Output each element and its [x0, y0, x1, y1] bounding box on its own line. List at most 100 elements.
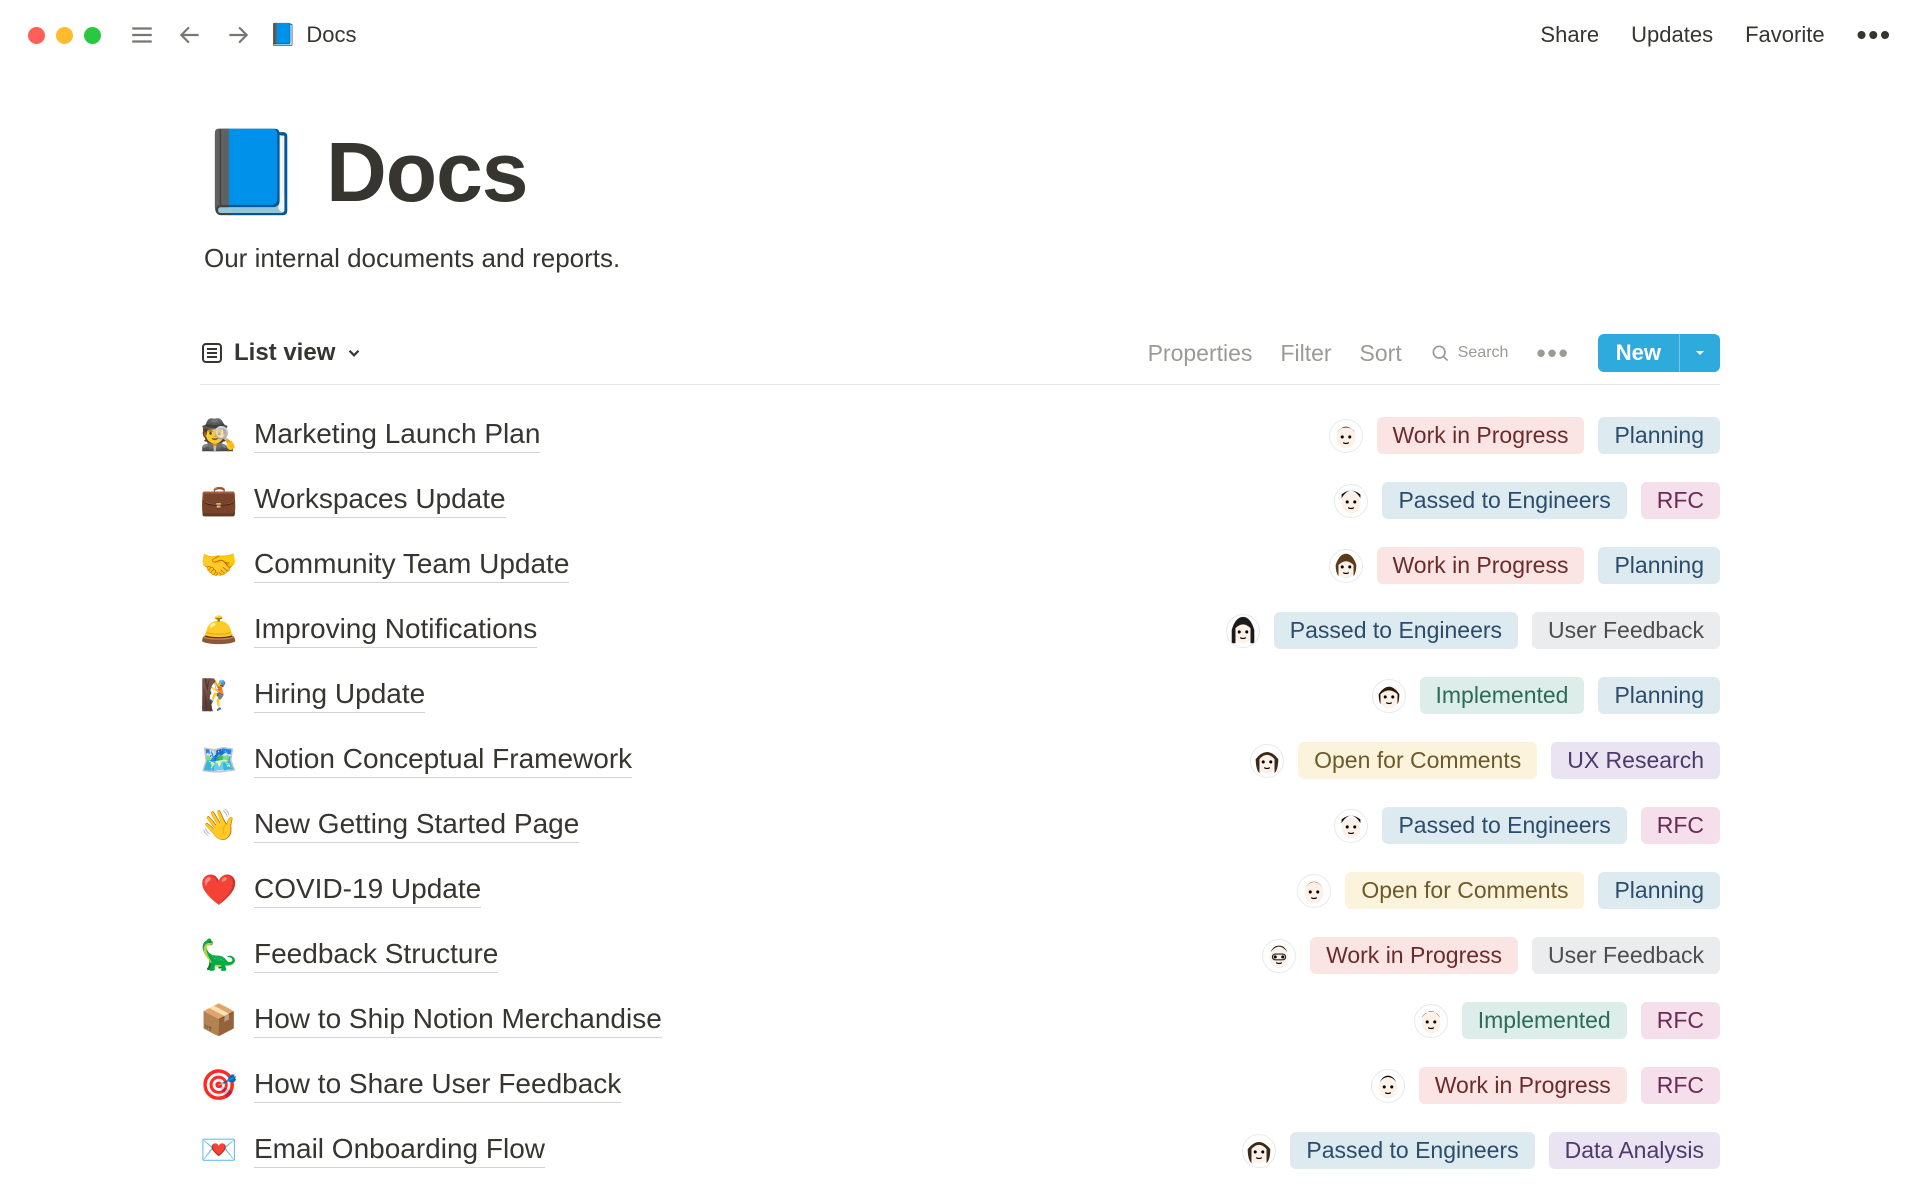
tag[interactable]: Passed to Engineers — [1382, 482, 1626, 519]
sort-button[interactable]: Sort — [1360, 340, 1402, 367]
list-item[interactable]: 🎯How to Share User FeedbackWork in Progr… — [200, 1053, 1720, 1118]
view-switcher[interactable]: List view — [200, 339, 363, 367]
maximize-window-icon[interactable] — [84, 27, 101, 44]
tag[interactable]: RFC — [1641, 807, 1720, 844]
search-icon — [1430, 343, 1450, 363]
page-subtitle[interactable]: Our internal documents and reports. — [204, 243, 1720, 274]
list-item[interactable]: 💼Workspaces UpdatePassed to EngineersRFC — [200, 468, 1720, 533]
row-icon: 👋 — [200, 808, 236, 843]
row-title[interactable]: How to Share User Feedback — [254, 1068, 621, 1103]
row-icon: 📦 — [200, 1003, 236, 1038]
tag[interactable]: Work in Progress — [1419, 1067, 1627, 1104]
page-title[interactable]: Docs — [326, 124, 527, 221]
list-item[interactable]: ❤️COVID-19 UpdateOpen for CommentsPlanni… — [200, 858, 1720, 923]
assignee-avatar[interactable] — [1250, 744, 1284, 778]
list-item[interactable]: 🕵️ Marketing Launch Plan Work in Progress P… — [200, 403, 1720, 468]
assignee-avatar[interactable] — [1334, 484, 1368, 518]
tag[interactable]: Planning — [1598, 547, 1720, 584]
assignee-avatar[interactable] — [1226, 614, 1260, 648]
row-title[interactable]: Feedback Structure — [254, 938, 498, 973]
breadcrumb[interactable]: 📘 Docs — [269, 22, 357, 48]
tag[interactable]: Implemented — [1420, 677, 1585, 714]
row-title[interactable]: Hiring Update — [254, 678, 425, 713]
tag[interactable]: UX Research — [1551, 742, 1720, 779]
row-icon: 🧗 — [200, 678, 236, 713]
updates-button[interactable]: Updates — [1631, 22, 1713, 48]
hamburger-icon — [129, 22, 155, 48]
row-icon: 🦕 — [200, 938, 236, 973]
tag[interactable]: Passed to Engineers — [1382, 807, 1626, 844]
row-title[interactable]: New Getting Started Page — [254, 808, 579, 843]
list-item[interactable]: 🛎️Improving NotificationsPassed to Engin… — [200, 598, 1720, 663]
tag[interactable]: Data Analysis — [1549, 1132, 1720, 1169]
chevron-down-icon — [345, 344, 363, 362]
tag[interactable]: User Feedback — [1532, 937, 1720, 974]
assignee-avatar[interactable] — [1242, 1134, 1276, 1168]
minimize-window-icon[interactable] — [56, 27, 73, 44]
share-button[interactable]: Share — [1540, 22, 1599, 48]
arrow-left-icon — [177, 22, 203, 48]
list-item[interactable]: 🧗 Hiring Update Implemented Planning — [200, 663, 1720, 728]
view-label: List view — [234, 339, 335, 367]
close-window-icon[interactable] — [28, 27, 45, 44]
row-title[interactable]: How to Ship Notion Merchandise — [254, 1003, 662, 1038]
row-icon: 🕵️ — [200, 418, 236, 453]
assignee-avatar[interactable] — [1414, 1004, 1448, 1038]
tag[interactable]: Planning — [1598, 872, 1720, 909]
row-title[interactable]: Marketing Launch Plan — [254, 418, 540, 453]
nav-forward-button[interactable] — [221, 18, 255, 52]
nav-back-button[interactable] — [173, 18, 207, 52]
tag[interactable]: Open for Comments — [1345, 872, 1584, 909]
row-title[interactable]: Community Team Update — [254, 548, 569, 583]
tag[interactable]: Open for Comments — [1298, 742, 1537, 779]
list-item[interactable]: 💌Email Onboarding FlowPassed to Engineer… — [200, 1118, 1720, 1183]
assignee-avatar[interactable] — [1329, 549, 1363, 583]
new-button-dropdown[interactable] — [1679, 334, 1720, 372]
assignee-avatar[interactable] — [1262, 939, 1296, 973]
tag[interactable]: User Feedback — [1532, 612, 1720, 649]
list-item[interactable]: 🗺️ Notion Conceptual Framework Open for Co… — [200, 728, 1720, 793]
tag[interactable]: Work in Progress — [1377, 547, 1585, 584]
page-icon[interactable]: 📘 — [200, 132, 302, 214]
assignee-avatar[interactable] — [1297, 874, 1331, 908]
assignee-avatar[interactable] — [1334, 809, 1368, 843]
search-button[interactable]: Search — [1430, 343, 1509, 363]
sidebar-toggle-button[interactable] — [125, 18, 159, 52]
window-controls[interactable] — [28, 27, 101, 44]
breadcrumb-icon: 📘 — [269, 22, 296, 48]
assignee-avatar[interactable] — [1329, 419, 1363, 453]
assignee-avatar[interactable] — [1372, 679, 1406, 713]
tag[interactable]: Work in Progress — [1310, 937, 1518, 974]
list-item[interactable]: 📦 How to Ship Notion Merchandise Implement… — [200, 988, 1720, 1053]
tag[interactable]: Work in Progress — [1377, 417, 1585, 454]
list-view-icon — [200, 341, 224, 365]
chevron-down-icon — [1692, 345, 1708, 361]
more-options-button[interactable]: ••• — [1857, 19, 1892, 51]
tag[interactable]: RFC — [1641, 1002, 1720, 1039]
list-item[interactable]: 🤝 Community Team Update Work in Progress Pl… — [200, 533, 1720, 598]
tag[interactable]: Passed to Engineers — [1290, 1132, 1534, 1169]
properties-button[interactable]: Properties — [1148, 340, 1253, 367]
tag[interactable]: RFC — [1641, 1067, 1720, 1104]
tag[interactable]: Passed to Engineers — [1274, 612, 1518, 649]
document-list: 🕵️ Marketing Launch Plan Work in Progress P… — [200, 403, 1720, 1183]
row-icon: 🗺️ — [200, 743, 236, 778]
row-title[interactable]: COVID-19 Update — [254, 873, 481, 908]
list-item[interactable]: 🦕 Feedback Structure Work in Progress User … — [200, 923, 1720, 988]
row-title[interactable]: Notion Conceptual Framework — [254, 743, 632, 778]
tag[interactable]: RFC — [1641, 482, 1720, 519]
tag[interactable]: Implemented — [1462, 1002, 1627, 1039]
tag[interactable]: Planning — [1598, 417, 1720, 454]
favorite-button[interactable]: Favorite — [1745, 22, 1824, 48]
list-item[interactable]: 👋 New Getting Started Page Passed to Engin… — [200, 793, 1720, 858]
row-title[interactable]: Email Onboarding Flow — [254, 1133, 545, 1168]
row-title[interactable]: Workspaces Update — [254, 483, 506, 518]
new-button[interactable]: New — [1598, 334, 1720, 372]
breadcrumb-title: Docs — [306, 22, 356, 48]
assignee-avatar[interactable] — [1371, 1069, 1405, 1103]
row-icon: 🤝 — [200, 548, 236, 583]
filter-button[interactable]: Filter — [1280, 340, 1331, 367]
view-more-options-button[interactable]: ••• — [1536, 338, 1569, 369]
tag[interactable]: Planning — [1598, 677, 1720, 714]
row-title[interactable]: Improving Notifications — [254, 613, 537, 648]
